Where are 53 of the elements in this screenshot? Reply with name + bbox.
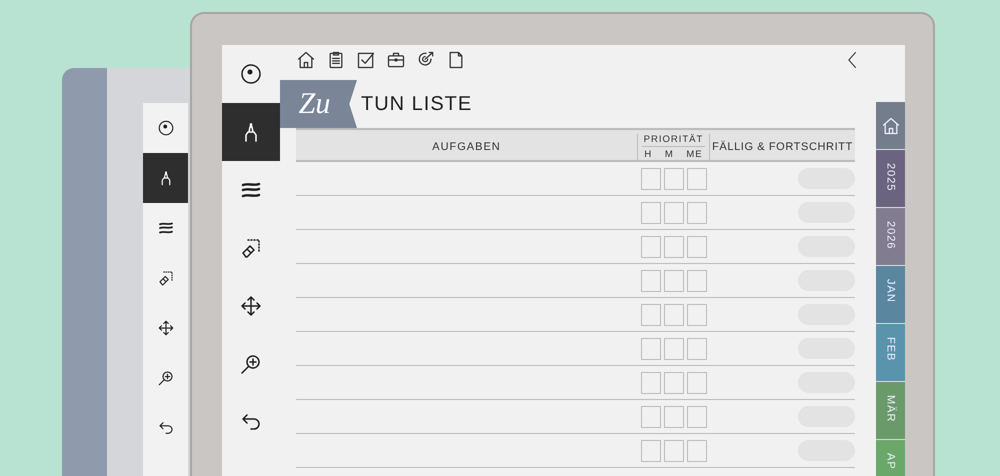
- dot-circle-icon: [239, 62, 263, 86]
- move-arrows-icon: [156, 319, 174, 337]
- home-icon: [880, 116, 900, 136]
- column-header: M: [664, 149, 674, 160]
- zoom-in-icon: [156, 369, 174, 387]
- priority-checkbox[interactable]: [664, 168, 684, 190]
- column-header: FÄLLIG & FORTSCHRITT: [711, 140, 854, 155]
- move-arrows-icon: [239, 294, 263, 318]
- column-header: ME: [686, 149, 703, 160]
- priority-checkbox[interactable]: [641, 304, 661, 326]
- side-tab[interactable]: 2026: [876, 208, 905, 266]
- dot-circle-icon: [156, 119, 174, 137]
- priority-checkbox[interactable]: [641, 372, 661, 394]
- priority-checkbox[interactable]: [664, 304, 684, 326]
- priority-checkbox[interactable]: [664, 270, 684, 292]
- priority-checkbox[interactable]: [664, 338, 684, 360]
- column-header: H: [644, 149, 652, 160]
- side-tab[interactable]: [876, 102, 905, 150]
- title-banner: Zu: [280, 80, 357, 128]
- priority-checkbox[interactable]: [641, 202, 661, 224]
- priority-checkbox[interactable]: [641, 270, 661, 292]
- priority-checkbox[interactable]: [664, 440, 684, 462]
- priority-checkbox[interactable]: [664, 372, 684, 394]
- undo-icon: [156, 419, 174, 437]
- side-tab[interactable]: FEB: [876, 324, 905, 382]
- page-title: TUN LISTE: [361, 92, 472, 116]
- priority-checkbox[interactable]: [641, 168, 661, 190]
- side-tab[interactable]: AP: [876, 440, 905, 476]
- briefcase-icon[interactable]: [386, 50, 406, 70]
- priority-checkbox[interactable]: [687, 168, 707, 190]
- priority-checkbox[interactable]: [687, 202, 707, 224]
- eraser-icon: [156, 269, 174, 287]
- priority-checkbox[interactable]: [687, 236, 707, 258]
- side-tab[interactable]: MÄR: [876, 382, 905, 440]
- priority-checkbox[interactable]: [641, 236, 661, 258]
- side-tab[interactable]: JAN: [876, 266, 905, 324]
- column-header: PRIORITÄT: [642, 134, 705, 147]
- priority-checkbox[interactable]: [664, 406, 684, 428]
- priority-checkbox[interactable]: [687, 270, 707, 292]
- priority-checkbox[interactable]: [687, 372, 707, 394]
- priority-checkbox[interactable]: [664, 202, 684, 224]
- home-icon[interactable]: [296, 50, 316, 70]
- priority-checkbox[interactable]: [641, 406, 661, 428]
- priority-checkbox[interactable]: [687, 304, 707, 326]
- column-header: AUFGABEN: [431, 140, 502, 155]
- priority-checkbox[interactable]: [641, 338, 661, 360]
- checkbox-icon[interactable]: [356, 50, 376, 70]
- priority-checkbox[interactable]: [641, 440, 661, 462]
- side-tab[interactable]: 2025: [876, 150, 905, 208]
- priority-checkbox[interactable]: [687, 440, 707, 462]
- priority-checkbox[interactable]: [687, 338, 707, 360]
- priority-checkbox[interactable]: [664, 236, 684, 258]
- priority-checkbox[interactable]: [687, 406, 707, 428]
